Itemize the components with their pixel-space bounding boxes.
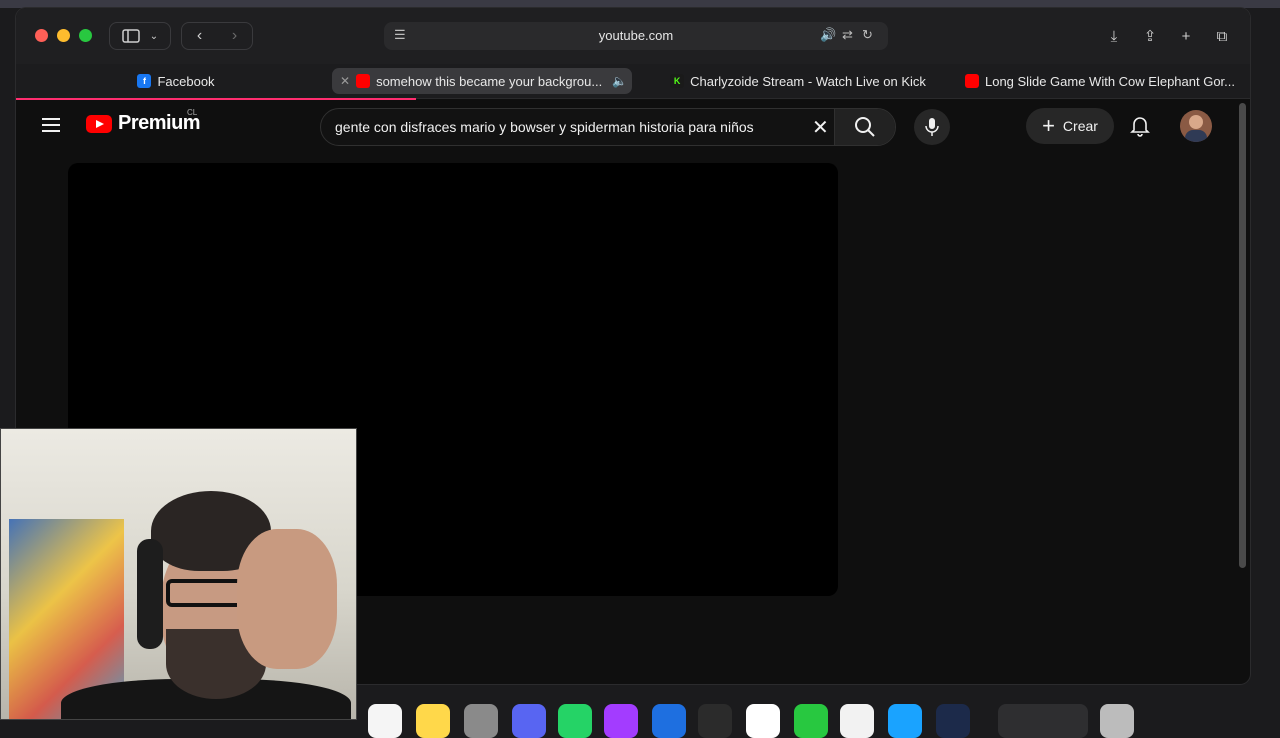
- youtube-premium-logo[interactable]: Premium CL: [86, 108, 201, 135]
- trash-icon[interactable]: [1100, 704, 1134, 738]
- tab-audio-icon[interactable]: 🔈: [612, 74, 627, 88]
- microphone-icon: [925, 118, 939, 136]
- tab-bar: f Facebook ✕ somehow this became your ba…: [16, 64, 1250, 99]
- youtube-header: Premium CL gente con disfraces mario y b…: [16, 100, 1250, 150]
- speaker-icon[interactable]: 🔊: [820, 27, 836, 43]
- clear-search-icon[interactable]: ✕: [812, 115, 829, 140]
- tab-youtube-active[interactable]: ✕ somehow this became your backgrou... 🔈: [332, 68, 632, 94]
- macos-dock: [358, 690, 1158, 738]
- address-url: youtube.com: [598, 28, 674, 43]
- search-box: gente con disfraces mario y bowser y spi…: [320, 108, 896, 146]
- download-icon[interactable]: ⤓: [1100, 22, 1128, 50]
- hand: [237, 529, 337, 669]
- headphones: [137, 539, 163, 649]
- facetime-icon[interactable]: [794, 704, 828, 738]
- tab-label: Facebook: [157, 73, 215, 89]
- translate-icon[interactable]: ⇄: [842, 27, 853, 43]
- calendar-icon[interactable]: [746, 704, 780, 738]
- navigation-buttons: ‹ ›: [181, 22, 253, 50]
- plus-icon: +: [1042, 113, 1055, 138]
- youtube-icon: [86, 114, 112, 133]
- chevron-down-icon: ⌄: [149, 30, 159, 42]
- minimize-window-button[interactable]: [57, 29, 70, 42]
- country-code: CL: [187, 108, 198, 117]
- search-input[interactable]: gente con disfraces mario y bowser y spi…: [335, 119, 754, 135]
- address-bar[interactable]: ☰ youtube.com 🔊 ⇄ ↻: [384, 22, 888, 50]
- tab-label: somehow this became your backgrou...: [376, 73, 603, 89]
- search-icon: [855, 117, 875, 137]
- obs-icon[interactable]: [936, 704, 970, 738]
- account-avatar[interactable]: [1180, 110, 1212, 142]
- back-button[interactable]: ‹: [182, 27, 217, 45]
- new-tab-icon[interactable]: +: [1172, 22, 1200, 50]
- youtube-icon: [356, 74, 371, 88]
- fullscreen-window-button[interactable]: [79, 29, 92, 42]
- reload-icon[interactable]: ↻: [862, 27, 873, 43]
- settings-icon[interactable]: [464, 704, 498, 738]
- toolbar-right-actions: ⤓ ⇪ + ⧉: [1100, 22, 1236, 50]
- window-thumbnails[interactable]: [998, 704, 1088, 738]
- menu-icon[interactable]: [42, 118, 60, 136]
- youtube-icon: [964, 74, 979, 88]
- tab-youtube-game[interactable]: Long Slide Game With Cow Elephant Gor...: [960, 68, 1240, 94]
- webcam-overlay: [0, 428, 357, 720]
- whatsapp-icon[interactable]: [558, 704, 592, 738]
- create-button[interactable]: + Crear: [1026, 108, 1114, 144]
- share-icon[interactable]: ⇪: [1136, 22, 1164, 50]
- capcut-icon[interactable]: [840, 704, 874, 738]
- sidebar-toggle-button[interactable]: ⌄: [109, 22, 171, 50]
- browser-toolbar: ⌄ ‹ › ☰ youtube.com 🔊 ⇄ ↻ ⤓ ⇪ + ⧉: [16, 8, 1250, 64]
- page-scrollbar[interactable]: [1239, 103, 1246, 568]
- macos-menubar: [0, 0, 1280, 8]
- tab-kick-stream[interactable]: K Charlyzoide Stream - Watch Live on Kic…: [648, 68, 948, 94]
- sidebar-icon: [122, 29, 140, 43]
- tab-overview-icon[interactable]: ⧉: [1208, 22, 1236, 50]
- close-window-button[interactable]: [35, 29, 48, 42]
- create-label: Crear: [1062, 118, 1098, 134]
- forward-button[interactable]: ›: [217, 27, 252, 45]
- voice-search-button[interactable]: [914, 109, 950, 145]
- photos-icon[interactable]: [368, 704, 402, 738]
- tab-label: Long Slide Game With Cow Elephant Gor...: [984, 73, 1235, 89]
- app-icon[interactable]: [888, 704, 922, 738]
- facebook-icon: f: [137, 74, 152, 88]
- game-icon[interactable]: [698, 704, 732, 738]
- search-button[interactable]: [834, 109, 895, 145]
- close-tab-icon[interactable]: ✕: [340, 74, 350, 88]
- files-icon[interactable]: [652, 704, 686, 738]
- messenger-icon[interactable]: [604, 704, 638, 738]
- tab-facebook[interactable]: f Facebook: [46, 68, 306, 94]
- discord-icon[interactable]: [512, 704, 546, 738]
- kick-icon: K: [670, 74, 685, 88]
- bell-icon: [1130, 117, 1150, 137]
- tab-label: Charlyzoide Stream - Watch Live on Kick: [690, 73, 926, 89]
- notifications-button[interactable]: [1126, 112, 1154, 140]
- notes-icon[interactable]: [416, 704, 450, 738]
